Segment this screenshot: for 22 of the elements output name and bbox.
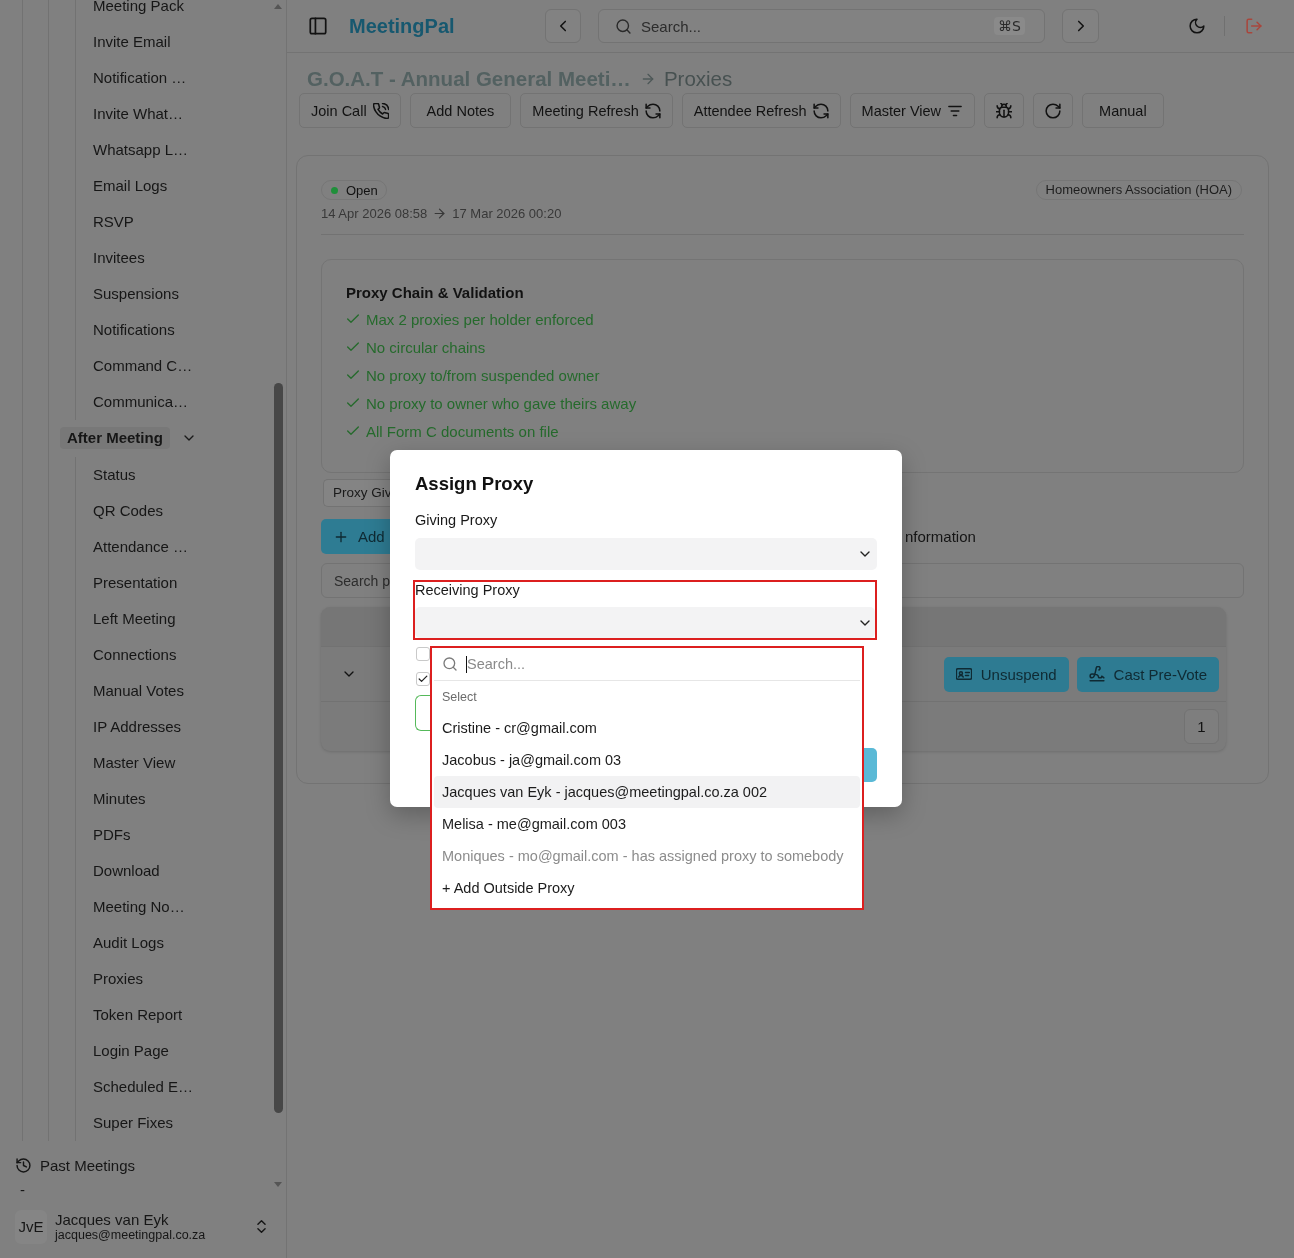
check-label: All Form C documents on file	[366, 422, 559, 440]
start-date: 14 Apr 2026 08:58	[321, 205, 428, 221]
user-name: Jacques van Eyk	[55, 1211, 170, 1228]
check-label: No circular chains	[366, 338, 486, 356]
shortcut-badge: ⌘S	[994, 17, 1025, 35]
dropdown-option: Moniques - mo@gmail.com - has assigned proxy to somebody	[434, 840, 860, 872]
app-logo-text: MeetingPal	[349, 14, 455, 38]
status-label: Open	[346, 182, 378, 198]
check-label: No proxy to owner who gave theirs away	[366, 394, 637, 412]
check-label: Max 2 proxies per holder enforced	[366, 310, 594, 328]
field-label: Giving Proxy	[415, 511, 498, 530]
user-avatar: JvE	[15, 1209, 47, 1244]
end-date: 17 Mar 2026 00:20	[452, 205, 562, 221]
breadcrumb-current: Proxies	[663, 67, 733, 91]
section-text: nformation	[905, 528, 976, 545]
dash-text: -	[20, 1185, 25, 1195]
field-label: Receiving Proxy	[415, 582, 520, 598]
group-label: Select	[442, 689, 477, 705]
card-title: Proxy Chain & Validation	[346, 283, 525, 303]
user-email: jacques@meetingpal.co.za	[55, 1228, 206, 1242]
check-label: No proxy to/from suspended owner	[366, 366, 600, 384]
dialog-title: Assign Proxy	[415, 472, 534, 496]
